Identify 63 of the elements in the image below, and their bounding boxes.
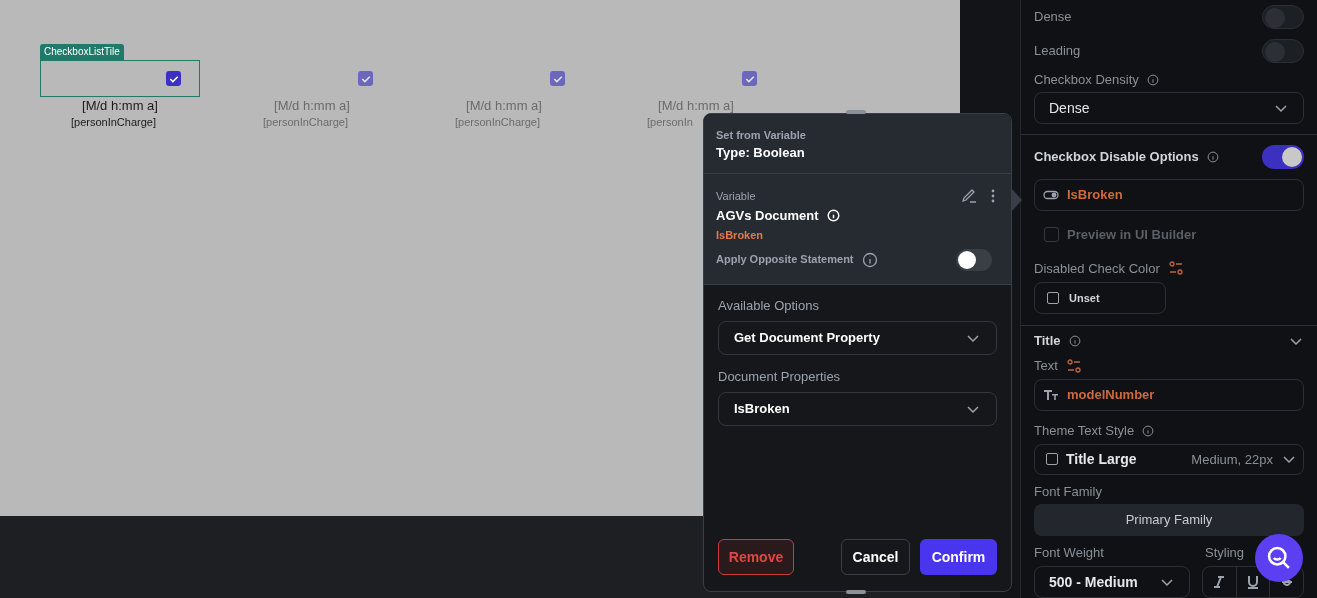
info-icon	[1146, 73, 1159, 86]
text-field[interactable]: modelNumber	[1034, 378, 1304, 411]
color-swatch	[1047, 292, 1059, 305]
toggle-switch[interactable]	[956, 248, 992, 271]
style-swatch	[1046, 453, 1058, 466]
confirm-button[interactable]: Confirm	[920, 539, 997, 575]
properties-dropdown[interactable]: IsBroken	[718, 392, 997, 426]
person-text: [personInCharge]	[263, 115, 348, 130]
field-label: Checkbox Density	[1034, 70, 1139, 89]
info-icon	[861, 251, 878, 268]
section-label: Title	[1034, 332, 1061, 351]
popup-title: Type: Boolean	[716, 144, 806, 162]
setting-label: Dense	[1034, 8, 1072, 27]
underline-icon	[1245, 574, 1261, 590]
person-text: [personIn	[647, 115, 693, 130]
setting-label: Apply Opposite Statement	[716, 252, 854, 268]
person-text: [personInCharge]	[71, 115, 156, 130]
font-family-button[interactable]: Primary Family	[1034, 504, 1304, 536]
date-text: [M/d h:mm a]	[274, 98, 350, 114]
field-label: Disabled Check Color	[1034, 259, 1160, 278]
field-label: Styling	[1205, 544, 1245, 562]
more-icon	[991, 188, 995, 205]
drag-handle[interactable]	[846, 110, 866, 114]
info-icon	[1068, 335, 1081, 348]
sliders-icon	[1167, 260, 1184, 277]
sliders-icon	[1065, 357, 1082, 374]
field-label: Theme Text Style	[1034, 421, 1135, 440]
variable-field[interactable]: IsBroken	[1034, 178, 1304, 211]
date-text: [M/d h:mm a]	[466, 98, 542, 114]
info-icon	[1142, 424, 1155, 437]
field-label: Font Family	[1034, 482, 1102, 501]
search-button[interactable]	[1255, 534, 1303, 582]
density-dropdown[interactable]: Dense	[1034, 92, 1304, 125]
field-label: Available Options	[718, 298, 820, 314]
variable-name: AGVs Document	[716, 206, 819, 225]
cancel-button[interactable]: Cancel	[841, 539, 910, 575]
font-weight-dropdown[interactable]: 500 - Medium	[1034, 566, 1190, 598]
info-icon	[826, 208, 840, 222]
toggle-switch[interactable]	[1262, 38, 1304, 63]
checkbox[interactable]	[166, 71, 181, 86]
setting-label: Leading	[1034, 41, 1081, 60]
popup-caption: Set from Variable	[716, 128, 807, 143]
field-label: Document Properties	[718, 369, 842, 385]
toggle-switch[interactable]	[1262, 145, 1304, 170]
checkbox-tile[interactable]	[40, 60, 200, 97]
section-label: Checkbox Disable Options	[1034, 148, 1199, 167]
widget-label: CheckboxListTile	[40, 44, 124, 60]
field-label: Text	[1034, 357, 1058, 376]
options-dropdown[interactable]: Get Document Property	[718, 321, 997, 355]
drag-handle[interactable]	[846, 590, 866, 594]
field-label: Font Weight	[1034, 544, 1105, 562]
text-style-dropdown[interactable]: Title Large Medium, 22px	[1034, 443, 1304, 476]
edit-icon	[961, 188, 977, 205]
color-field[interactable]: Unset	[1034, 282, 1166, 315]
date-text: [M/d h:mm a]	[658, 98, 734, 114]
variable-field-name: IsBroken	[716, 228, 765, 243]
info-icon	[1206, 151, 1219, 164]
date-text: [M/d h:mm a]	[82, 98, 158, 114]
remove-button[interactable]: Remove	[718, 539, 794, 575]
field-label: Variable	[716, 189, 756, 204]
person-text: [personInCharge]	[455, 115, 540, 130]
toggle-switch[interactable]	[1262, 4, 1304, 29]
checkbox-label: Preview in UI Builder	[1067, 225, 1197, 244]
